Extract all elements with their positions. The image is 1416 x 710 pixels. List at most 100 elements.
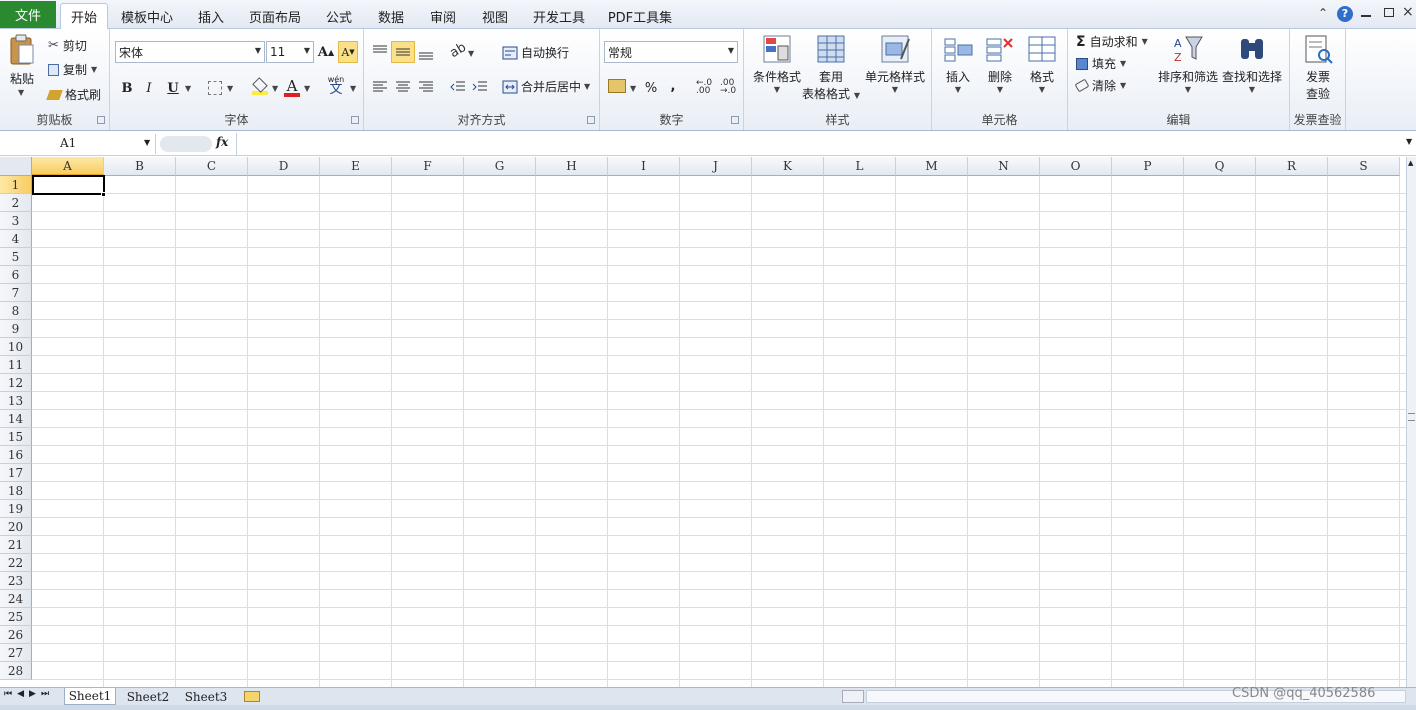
align-center-icon[interactable] [395,80,411,94]
row-header-17[interactable]: 17 [0,464,32,482]
sheet-tab-1[interactable]: Sheet1 [64,688,116,705]
font-size-combo[interactable]: 11 ▼ [266,41,314,63]
active-cell-A1[interactable] [32,175,105,195]
row-header-11[interactable]: 11 [0,356,32,374]
column-header-r[interactable]: R [1256,157,1328,176]
tab-developer[interactable]: 开发工具 [526,4,592,29]
scroll-grip-icon[interactable] [1408,413,1415,421]
hscroll-left-icon[interactable] [842,690,864,703]
orientation-icon[interactable]: ab [447,40,469,61]
column-header-n[interactable]: N [968,157,1040,176]
format-painter-button[interactable]: 格式刷 [46,86,101,103]
column-header-g[interactable]: G [464,157,536,176]
align-top-icon[interactable] [372,44,388,58]
row-header-9[interactable]: 9 [0,320,32,338]
decrease-indent-icon[interactable] [450,80,466,94]
clipboard-launcher-icon[interactable] [97,116,105,124]
phonetic-icon[interactable]: wén 文 [326,75,346,97]
align-middle-button[interactable] [391,41,415,63]
formula-input[interactable] [236,133,1406,155]
column-header-e[interactable]: E [320,157,392,176]
scroll-up-icon[interactable]: ▲ [1408,159,1413,167]
column-header-d[interactable]: D [248,157,320,176]
column-header-a[interactable]: A [32,157,104,176]
ribbon-collapse-icon[interactable]: ⌃ [1318,6,1328,20]
delete-cells-button[interactable]: 删除 ▼ [980,33,1020,103]
alignment-launcher-icon[interactable] [587,116,595,124]
column-header-l[interactable]: L [824,157,896,176]
row-header-20[interactable]: 20 [0,518,32,536]
row-header-16[interactable]: 16 [0,446,32,464]
row-header-12[interactable]: 12 [0,374,32,392]
row-header-18[interactable]: 18 [0,482,32,500]
column-header-q[interactable]: Q [1184,157,1256,176]
row-header-27[interactable]: 27 [0,644,32,662]
fill-color-icon[interactable] [252,77,268,97]
increase-decimal-icon[interactable]: ←.0.00 [696,79,712,96]
autosum-button[interactable]: Σ 自动求和 ▼ [1076,33,1148,50]
invoice-check-button[interactable]: 发票 查验 [1298,33,1338,109]
cells-area[interactable] [32,176,1406,687]
font-color-dropdown-icon[interactable]: ▼ [304,84,310,93]
insert-cells-button[interactable]: 插入 ▼ [938,33,978,103]
row-header-26[interactable]: 26 [0,626,32,644]
row-header-23[interactable]: 23 [0,572,32,590]
underline-button[interactable]: U [164,77,182,99]
column-header-p[interactable]: P [1112,157,1184,176]
border-icon[interactable] [208,81,222,95]
restore-icon[interactable] [1384,8,1394,17]
align-left-icon[interactable] [372,80,388,94]
column-header-j[interactable]: J [680,157,752,176]
row-header-22[interactable]: 22 [0,554,32,572]
bold-button[interactable]: B [118,77,136,99]
tab-page-layout[interactable]: 页面布局 [244,4,306,29]
increase-font-icon[interactable]: A ▲ [316,41,336,63]
sheet-tab-3[interactable]: Sheet3 [180,688,232,705]
format-cells-button[interactable]: 格式 ▼ [1022,33,1062,103]
orientation-dropdown-icon[interactable]: ▼ [468,49,474,58]
percent-button[interactable]: % [642,77,660,99]
column-header-b[interactable]: B [104,157,176,176]
fill-color-dropdown-icon[interactable]: ▼ [272,84,278,93]
border-dropdown-icon[interactable]: ▼ [227,84,233,93]
font-name-combo[interactable]: 宋体 ▼ [115,41,265,63]
find-select-button[interactable]: 查找和选择 ▼ [1220,33,1284,103]
number-launcher-icon[interactable] [731,116,739,124]
decrease-font-icon[interactable]: A ▼ [338,41,358,63]
row-header-6[interactable]: 6 [0,266,32,284]
tab-template-center[interactable]: 模板中心 [114,4,180,29]
column-header-k[interactable]: K [752,157,824,176]
new-sheet-icon[interactable] [244,691,260,702]
cell-styles-button[interactable]: 单元格样式 ▼ [862,33,928,103]
column-header-m[interactable]: M [896,157,968,176]
column-header-o[interactable]: O [1040,157,1112,176]
row-header-10[interactable]: 10 [0,338,32,356]
conditional-formatting-button[interactable]: 条件格式 ▼ [748,33,806,103]
align-right-icon[interactable] [418,80,434,94]
insert-function-button[interactable]: fx [216,135,228,149]
column-header-i[interactable]: I [608,157,680,176]
currency-icon[interactable] [608,79,626,93]
paste-button[interactable]: 粘贴 ▼ [4,32,40,112]
sort-filter-button[interactable]: AZ 排序和筛选 ▼ [1156,33,1220,103]
row-header-7[interactable]: 7 [0,284,32,302]
fill-handle[interactable] [101,192,106,197]
underline-dropdown-icon[interactable]: ▼ [185,84,191,93]
tab-insert[interactable]: 插入 [190,4,232,29]
tab-formulas[interactable]: 公式 [318,4,360,29]
tab-data[interactable]: 数据 [370,4,412,29]
wrap-text-button[interactable]: 自动换行 [502,44,569,61]
minimize-icon[interactable] [1361,15,1371,17]
tab-view[interactable]: 视图 [474,4,516,29]
row-header-24[interactable]: 24 [0,590,32,608]
sheet-nav-icon[interactable]: ⏮◀▶⏭ [4,689,54,699]
row-header-1[interactable]: 1 [0,176,32,194]
column-header-s[interactable]: S [1328,157,1400,176]
row-header-5[interactable]: 5 [0,248,32,266]
row-header-4[interactable]: 4 [0,230,32,248]
row-header-2[interactable]: 2 [0,194,32,212]
merge-center-button[interactable]: 合并后居中 ▼ [502,78,590,95]
align-bottom-icon[interactable] [418,47,434,61]
tab-review[interactable]: 审阅 [422,4,464,29]
comma-button[interactable]: , [666,75,680,97]
